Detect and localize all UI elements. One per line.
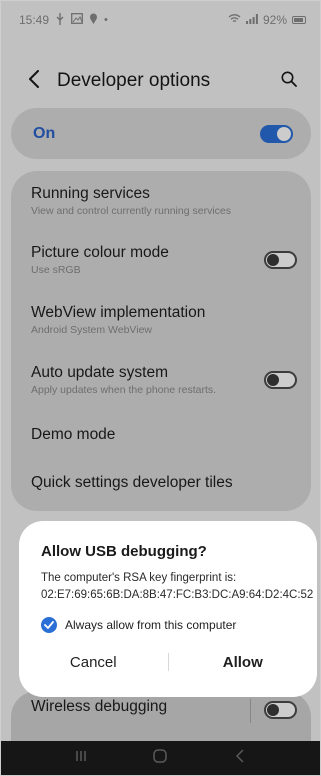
dialog-body: The computer's RSA key fingerprint is: 0… [41,572,314,601]
allow-button[interactable]: Allow [169,654,318,671]
nav-back-icon [235,748,245,768]
usb-debugging-dialog: Allow USB debugging? The computer's RSA … [19,521,317,697]
home-icon [152,748,168,769]
check-icon [44,621,54,629]
always-allow-label: Always allow from this computer [65,618,237,632]
recents-icon [74,749,88,768]
dialog-actions: Cancel Allow [19,653,317,671]
phone-screen: 15:49 • 92% Developer options On Running… [0,0,321,776]
navigation-bar [1,741,320,775]
always-allow-row[interactable]: Always allow from this computer [41,617,295,633]
dialog-title: Allow USB debugging? [41,543,207,560]
recents-button[interactable] [61,743,101,773]
always-allow-checkbox[interactable] [41,617,57,633]
home-button[interactable] [140,743,180,773]
nav-back-button[interactable] [220,743,260,773]
cancel-button[interactable]: Cancel [19,654,168,671]
